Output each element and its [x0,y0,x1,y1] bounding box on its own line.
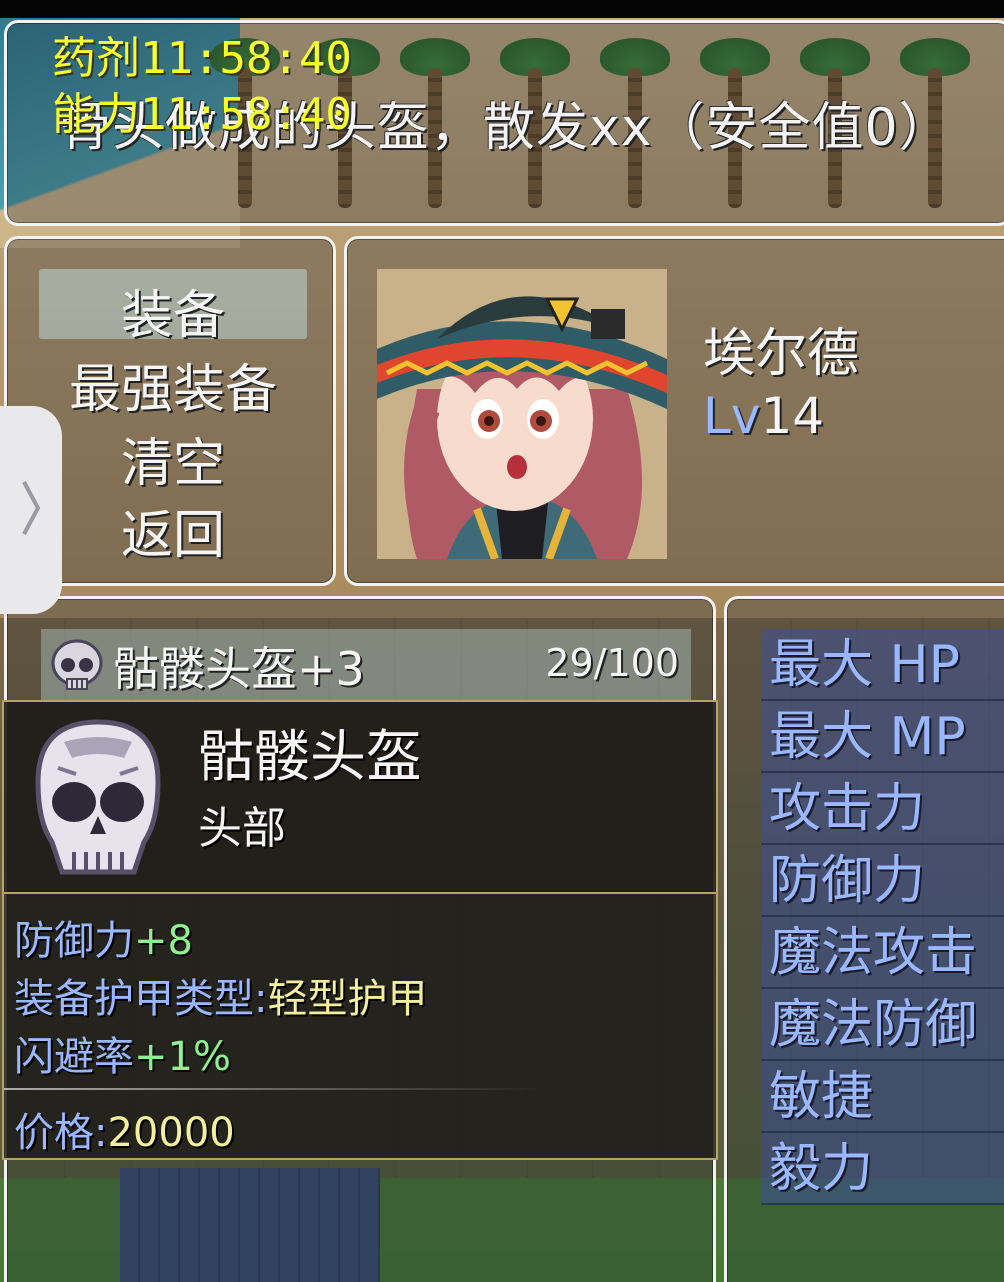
param-magic-defense: 魔法防御 [761,989,1004,1061]
item-info-header: 骷髅头盔 头部 [2,700,718,894]
equip-slot-head[interactable]: 骷髅头盔+3 29/100 [41,629,691,701]
param-list: 最大 HP 最大 MP 攻击力 防御力 魔法攻击 魔法防御 敏捷 毅力 [761,629,1004,1205]
stat-label: 闪避率 [14,1034,134,1080]
actor-name: 埃尔德 [703,324,860,384]
item-equip-type: 头部 [198,803,286,854]
debug-timer-potion: 药剂11:58:40 [52,33,352,84]
top-status-bar [0,0,1004,18]
param-agility: 敏捷 [761,1061,1004,1133]
actor-level: Lv14 [703,387,824,445]
param-max-mp: 最大 MP [761,701,1004,773]
skull-helmet-icon [49,637,105,693]
slot-item-name: 骷髅头盔+3 [113,642,365,696]
item-info-body: 防御力+8 装备护甲类型:轻型护甲 闪避率+1% 价格:20000 [2,894,718,1160]
command-optimize[interactable]: 最强装备 [7,347,333,422]
param-attack: 攻击力 [761,773,1004,845]
level-value: 14 [760,387,825,445]
slot-durability: 29/100 [545,641,679,685]
price-value: 20000 [107,1110,235,1156]
param-tenacity: 毅力 [761,1133,1004,1205]
side-drawer-tab[interactable] [0,406,62,614]
item-info-tooltip: 骷髅头盔 头部 防御力+8 装备护甲类型:轻型护甲 闪避率+1% 价格:2000… [2,700,718,1160]
skull-helmet-large-icon [24,712,172,880]
stat-value: +8 [134,918,193,964]
price-line: 价格:20000 [14,1100,235,1158]
param-window: 最大 HP 最大 MP 攻击力 防御力 魔法攻击 魔法防御 敏捷 毅力 [724,596,1004,1282]
chevron-right-icon [20,478,42,538]
param-defense: 防御力 [761,845,1004,917]
actor-status-window: 埃尔德 Lv14 [344,236,1004,586]
actor-portrait [377,269,667,559]
param-max-hp: 最大 HP [761,629,1004,701]
stat-line-armor-type: 装备护甲类型:轻型护甲 [14,966,427,1024]
price-label: 价格: [14,1110,108,1156]
stat-label: 装备护甲类型: [14,976,268,1022]
param-magic-attack: 魔法攻击 [761,917,1004,989]
divider [4,1088,544,1090]
stat-value: 轻型护甲 [267,976,428,1022]
debug-timer-ability: 能力11:58:40 [52,89,352,140]
stat-value: +1% [134,1034,231,1080]
item-name: 骷髅头盔 [198,725,422,790]
stat-line-evasion: 闪避率+1% [14,1024,231,1082]
level-label: Lv [703,387,761,445]
command-equip[interactable]: 装备 [7,273,333,348]
stat-line-defense: 防御力+8 [14,908,193,966]
stat-label: 防御力 [14,918,134,964]
